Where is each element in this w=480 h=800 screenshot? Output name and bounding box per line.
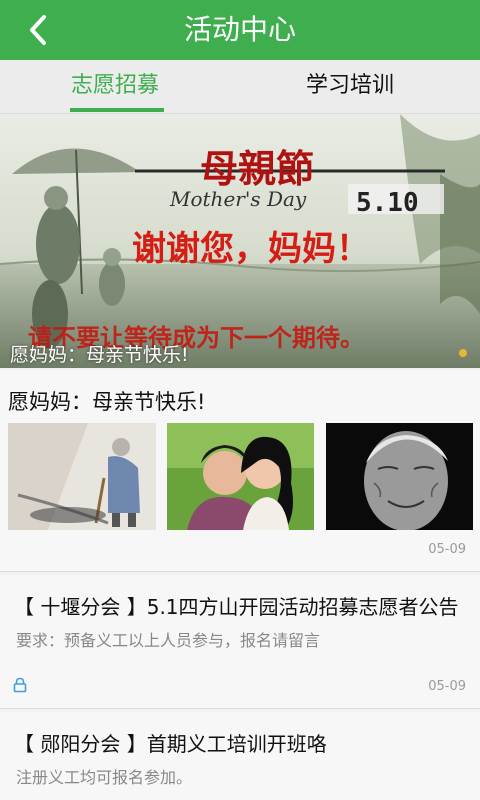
thumbnail-image: [326, 423, 473, 530]
banner-caption: 愿妈妈：母亲节快乐!: [10, 344, 189, 366]
banner-carousel[interactable]: 母親節 Mother's Day 5.10 谢谢您，妈妈！ 请不要让等待成为下一…: [0, 114, 480, 368]
news-item-title: 【 十堰分会 】5.1四方山开园活动招募志愿者公告: [14, 595, 459, 619]
banner-script-text: Mother's Day: [169, 187, 307, 211]
lock-icon: [13, 677, 27, 693]
news-item-title: 【 郧阳分会 】首期义工培训开班咯: [14, 732, 327, 756]
thumbnail-image: [167, 423, 314, 530]
page-title: 活动中心: [183, 13, 296, 46]
title-bar: 活动中心: [0, 0, 480, 60]
active-tab-indicator: [70, 108, 164, 112]
news-item-shiyan-recruitment[interactable]: 【 十堰分会 】5.1四方山开园活动招募志愿者公告 要求：预备义工以上人员参与，…: [0, 575, 480, 709]
tab-volunteer-recruitment[interactable]: 志愿招募: [55, 60, 175, 114]
banner-image: 母親節 Mother's Day 5.10 谢谢您，妈妈！ 请不要让等待成为下一…: [0, 114, 480, 368]
news-item-date: 05-09: [428, 542, 466, 557]
news-item-date: 05-09: [428, 679, 466, 694]
banner-date-text: 5.10: [356, 188, 419, 218]
tab-bar: 志愿招募 学习培训: [0, 60, 480, 114]
banner-headline-text: 母親節: [200, 146, 314, 191]
carousel-indicator-dot[interactable]: [459, 349, 467, 357]
news-item-mothers-day[interactable]: 愿妈妈：母亲节快乐! 05-09: [0, 370, 480, 572]
news-item-desc: 注册义工均可报名参加。: [16, 768, 193, 787]
news-item-yunyang-training[interactable]: 【 郧阳分会 】首期义工培训开班咯 注册义工均可报名参加。: [0, 712, 480, 800]
banner-thanks-text: 谢谢您，妈妈！: [132, 229, 370, 269]
news-item-title: 愿妈妈：母亲节快乐!: [8, 390, 206, 414]
news-item-desc: 要求：预备义工以上人员参与，报名请留言: [16, 631, 321, 650]
thumbnail-image: [8, 423, 156, 530]
tab-study-training[interactable]: 学习培训: [290, 60, 410, 114]
